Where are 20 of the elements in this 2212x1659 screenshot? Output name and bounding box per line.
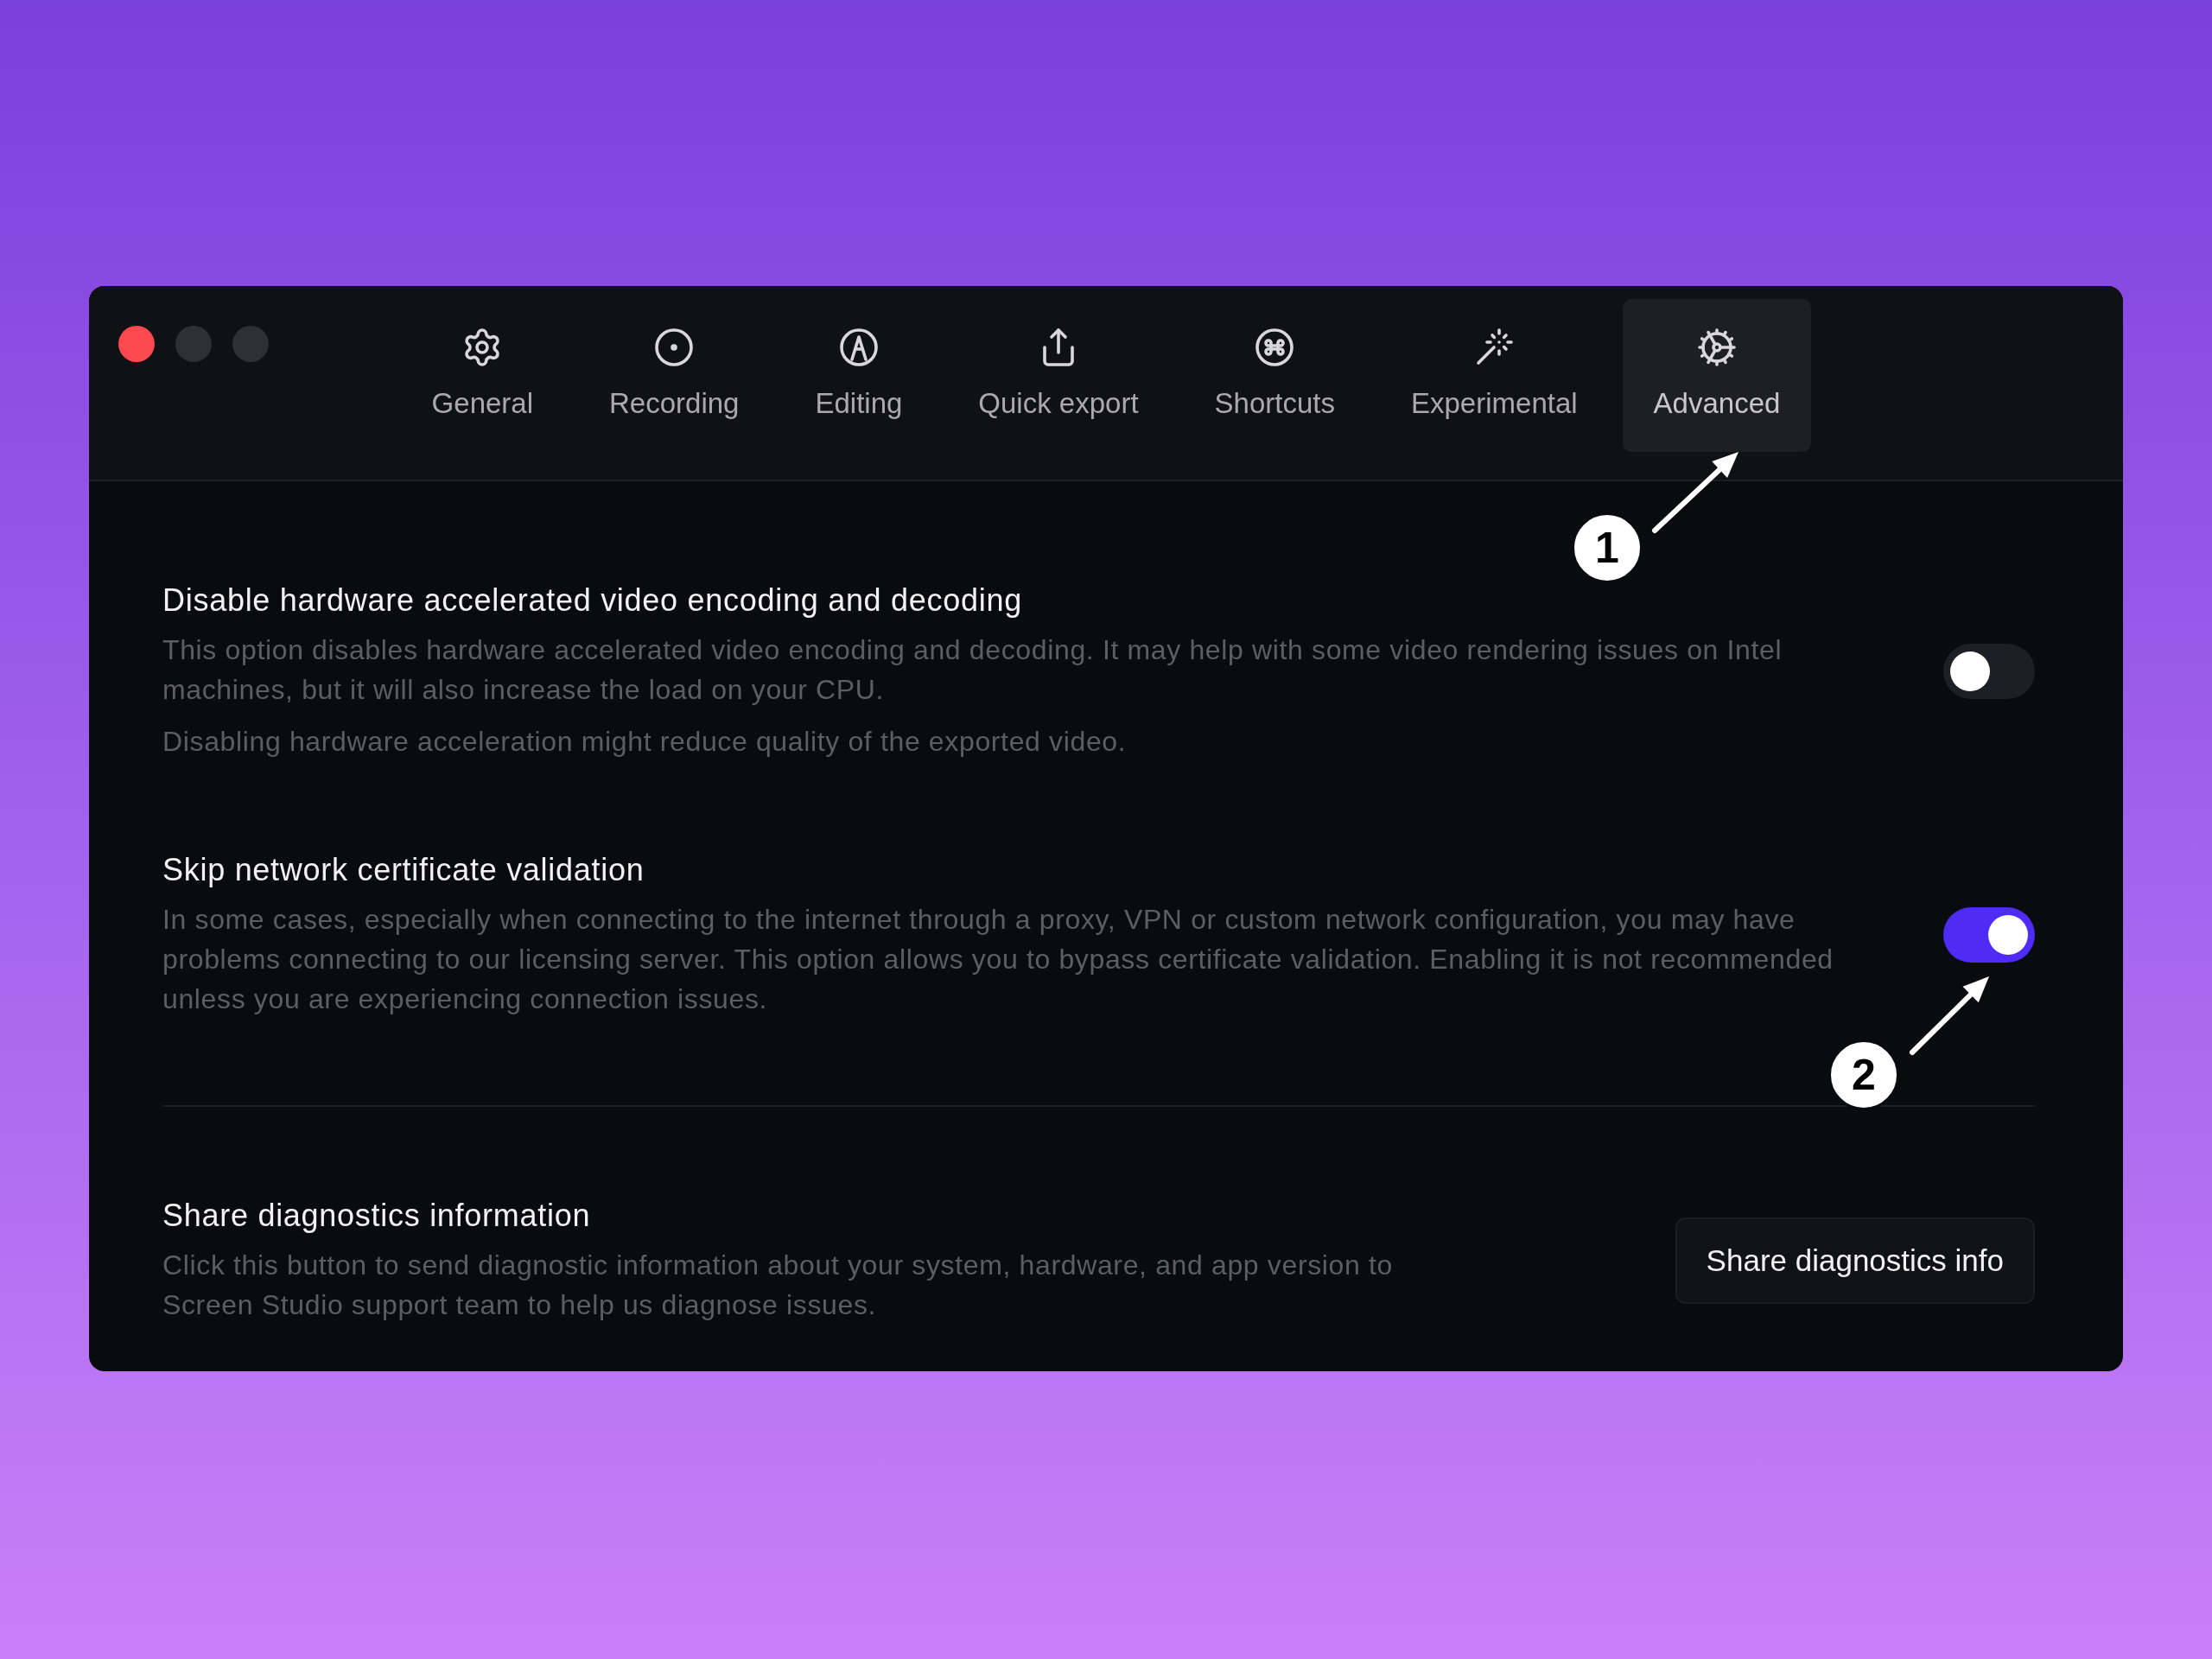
settings-tab[interactable]: Experimental — [1380, 299, 1609, 452]
record-icon — [653, 326, 696, 368]
settings-tab[interactable]: Advanced — [1622, 299, 1812, 452]
close-window-button[interactable] — [118, 326, 155, 362]
settings-tab[interactable]: Editing — [784, 299, 934, 452]
setting-title: Share diagnostics information — [162, 1197, 592, 1235]
cog-icon — [1696, 326, 1738, 368]
setting-title: Disable hardware accelerated video encoding and decoding — [162, 582, 1023, 620]
setting-description: Click this button to send diagnostic information about your system, hardware, and app version to Screen Studio support team to help us diagnose issues. — [162, 1249, 1394, 1322]
pen-icon — [837, 326, 880, 368]
share-diagnostics-button[interactable]: Share diagnostics info — [1675, 1217, 2035, 1304]
command-icon — [1254, 326, 1296, 368]
settings-tab[interactable]: Shortcuts — [1183, 299, 1366, 452]
settings-tab[interactable]: Recording — [578, 299, 771, 452]
settings-tab[interactable]: Quick export — [947, 299, 1170, 452]
setting-title: Skip network certificate validation — [162, 851, 645, 889]
settings-tab[interactable]: General — [400, 299, 564, 452]
setting-description: This option disables hardware accelerated video encoding and decoding. It may help with some video rendering issues on Intel machines, but it will also increase the load on your CPU. — [162, 633, 1783, 707]
setting-description: Disabling hardware acceleration might reduce quality of the exported video. — [162, 725, 1128, 759]
setting-description: In some cases, especially when connecting to the internet through a proxy, VPN or custom network configuration, you may have problems connecting to our licensing server. This option allows you to bypass certificate validation. Enabling it is not recommended unless you are experiencing connection issues. — [162, 903, 1834, 1016]
